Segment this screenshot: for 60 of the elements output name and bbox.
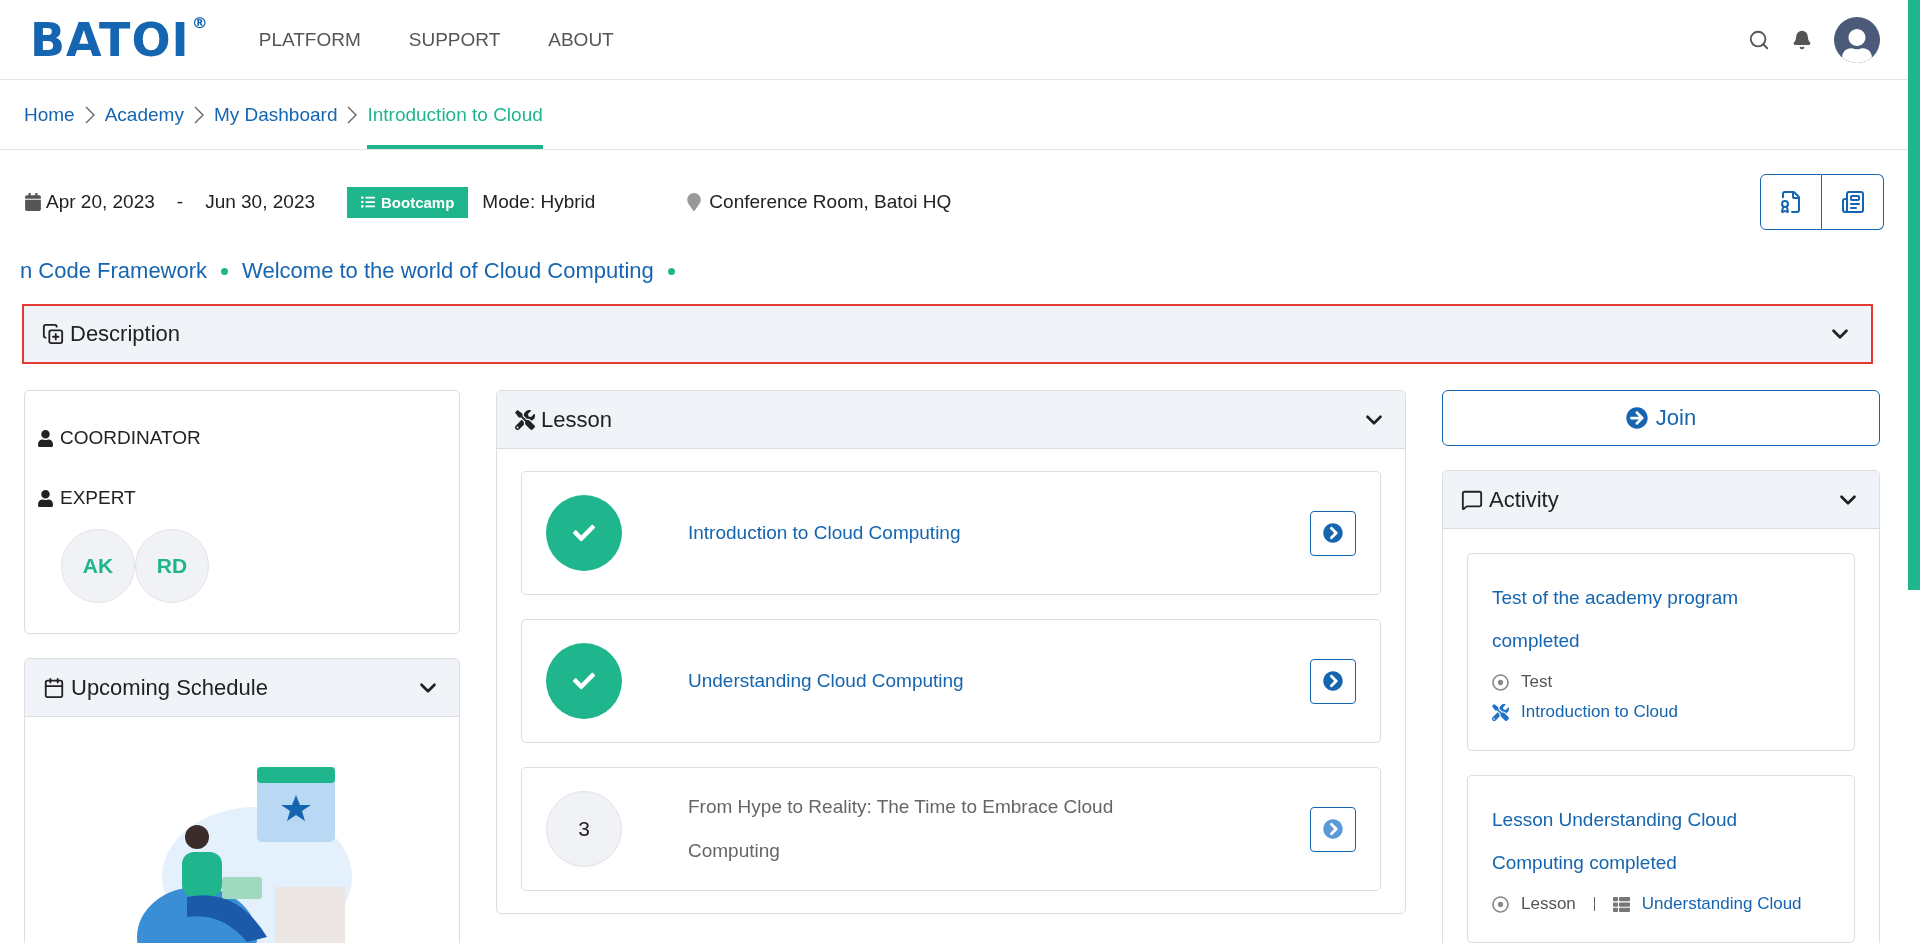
certificate-button[interactable] — [1760, 174, 1822, 230]
location-label: Conference Room, Batoi HQ — [709, 191, 952, 213]
description-title: Description — [70, 321, 181, 347]
breadcrumb-link[interactable]: My Dashboard — [213, 80, 338, 149]
description-header[interactable]: Description — [22, 304, 1873, 364]
activity-type: Lesson — [1521, 894, 1576, 914]
logo[interactable]: BATOI$^{®}$ — [30, 12, 209, 67]
calendar-icon — [43, 676, 65, 699]
role-label: EXPERT — [60, 487, 136, 509]
message-icon — [1461, 488, 1483, 511]
lesson-number: 3 — [546, 791, 622, 867]
open-lesson-button[interactable] — [1310, 510, 1356, 556]
nav-link[interactable]: SUPPORT — [408, 28, 501, 51]
ticker-link[interactable]: Welcome to the world of Cloud Computing — [242, 258, 654, 284]
search-icon[interactable] — [1748, 28, 1770, 51]
activity-link[interactable]: Understanding Cloud — [1641, 894, 1802, 914]
activity-link[interactable]: Introduction to Cloud — [1521, 702, 1678, 722]
tools-icon — [1492, 703, 1509, 721]
join-button[interactable]: Join — [1442, 390, 1880, 446]
copy-plus-icon — [42, 323, 64, 345]
map-pin-icon — [685, 193, 704, 211]
file-badge-icon — [1779, 190, 1803, 214]
panel-title: Lesson — [541, 406, 612, 433]
avatar[interactable] — [1834, 16, 1880, 63]
panel-title: Activity — [1489, 486, 1559, 513]
breadcrumb-link[interactable]: Home — [24, 80, 75, 149]
user-icon — [37, 489, 54, 507]
panel-title: Upcoming Schedule — [71, 674, 268, 701]
user-icon — [37, 429, 54, 447]
newspaper-icon — [1840, 190, 1865, 214]
mode-label: Mode: Hybrid — [482, 191, 596, 213]
open-lesson-button[interactable] — [1310, 806, 1356, 852]
activity-type: Test — [1521, 672, 1553, 692]
nav-link[interactable]: PLATFORM — [258, 28, 361, 51]
breadcrumb-link[interactable]: Academy — [104, 80, 184, 149]
lesson-link[interactable]: From Hype to Reality: The Time to Embrace Cloud Computing — [688, 785, 1208, 873]
chevron-right-icon — [347, 105, 358, 124]
dot-icon — [221, 267, 229, 275]
end-date: Jun 30, 2023 — [205, 191, 315, 213]
newspaper-button[interactable] — [1822, 174, 1884, 230]
dot-icon — [667, 267, 675, 275]
calendar-icon — [24, 193, 42, 211]
activity-title[interactable]: Test of the academy program completed — [1492, 576, 1830, 662]
scrollbar[interactable] — [1908, 0, 1920, 590]
start-date: Apr 20, 2023 — [46, 191, 155, 213]
list-icon — [1612, 895, 1630, 913]
nav-link[interactable]: ABOUT — [548, 28, 614, 51]
role-label: COORDINATOR — [60, 427, 201, 449]
tools-icon — [515, 409, 535, 430]
lesson-link[interactable]: Understanding Cloud Computing — [688, 659, 1208, 703]
chevron-right-icon — [193, 105, 204, 124]
date-dash: - — [176, 191, 184, 213]
bootcamp-badge: Bootcamp — [347, 186, 469, 218]
ticker-link[interactable]: n Code Framework — [20, 258, 208, 284]
lesson-link[interactable]: Introduction to Cloud Computing — [688, 511, 1208, 555]
chevron-right-icon — [84, 105, 95, 124]
bell-icon[interactable] — [1792, 29, 1812, 50]
open-lesson-button[interactable] — [1310, 658, 1356, 704]
activity-title[interactable]: Lesson Understanding Cloud Computing completed — [1492, 798, 1830, 884]
registered-mark: ® — [191, 12, 209, 32]
